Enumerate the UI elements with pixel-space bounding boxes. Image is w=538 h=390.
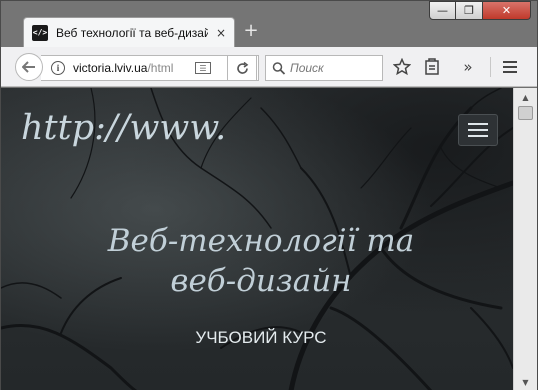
minimize-button[interactable]: — xyxy=(429,1,456,20)
title-bar: </> Веб технології та веб-дизайн × + — ❐… xyxy=(1,1,537,47)
hero-title-line: Веб-технології та xyxy=(107,223,415,259)
scroll-thumb[interactable] xyxy=(518,106,533,120)
reader-view-icon[interactable]: ☰ xyxy=(195,62,211,74)
url-path: /html xyxy=(147,61,174,75)
overflow-icon[interactable]: » xyxy=(457,56,479,78)
favicon-icon: </> xyxy=(32,24,48,41)
hamburger-line xyxy=(468,129,488,131)
url-text[interactable]: victoria.lviv.ua/html xyxy=(73,61,183,75)
reload-button[interactable] xyxy=(227,55,257,81)
library-icon[interactable] xyxy=(421,56,443,78)
navigation-toolbar: i victoria.lviv.ua/html ☰ » xyxy=(1,47,537,87)
hero-subtitle: УЧБОВИЙ КУРС xyxy=(195,328,327,347)
search-input[interactable] xyxy=(290,61,378,75)
back-arrow-icon xyxy=(22,61,35,73)
vertical-scrollbar[interactable]: ▲ ▼ xyxy=(513,88,537,390)
maximize-button[interactable]: ❐ xyxy=(456,1,483,20)
browser-menu-icon[interactable] xyxy=(499,56,521,78)
browser-tab[interactable]: </> Веб технології та веб-дизайн × xyxy=(23,17,235,47)
search-icon xyxy=(272,61,286,75)
info-icon[interactable]: i xyxy=(51,61,65,75)
close-window-button[interactable]: ✕ xyxy=(483,1,531,20)
bookmark-star-icon[interactable] xyxy=(391,56,413,78)
new-tab-button[interactable]: + xyxy=(241,21,261,41)
tab-title: Веб технології та веб-дизайн xyxy=(56,25,208,40)
url-host: victoria.lviv.ua xyxy=(73,61,148,75)
hamburger-line xyxy=(468,123,488,125)
hero-title: Веб-технології та веб-дизайн xyxy=(61,221,461,301)
site-logo[interactable]: http://www. xyxy=(21,108,226,148)
tab-close-icon[interactable]: × xyxy=(214,26,228,40)
hamburger-menu-button[interactable] xyxy=(458,114,498,146)
hero-title-line: веб-дизайн xyxy=(170,263,352,299)
search-bar[interactable] xyxy=(265,55,383,81)
hamburger-line xyxy=(468,135,488,137)
window-controls: — ❐ ✕ xyxy=(429,1,535,21)
browser-window: </> Веб технології та веб-дизайн × + — ❐… xyxy=(0,0,538,390)
toolbar-separator xyxy=(490,57,491,77)
back-button[interactable] xyxy=(15,53,43,81)
page-viewport: http://www. Веб-технології та веб-дизайн… xyxy=(1,88,513,390)
reload-icon xyxy=(236,61,248,74)
scroll-down-icon[interactable]: ▼ xyxy=(518,375,533,389)
scroll-up-icon[interactable]: ▲ xyxy=(518,90,533,104)
